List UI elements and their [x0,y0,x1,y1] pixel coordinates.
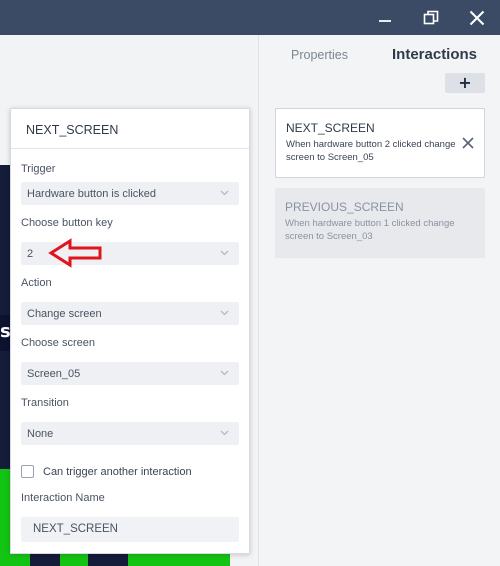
interaction-card-next-screen[interactable]: NEXT_SCREEN When hardware button 2 click… [275,108,485,178]
window-close-button[interactable] [457,0,497,35]
restore-button[interactable] [411,0,451,35]
title-bar [0,0,500,35]
properties-panel: Properties Interactions + NEXT_SCREEN Wh… [259,35,500,566]
action-select[interactable]: Change screen [21,302,239,325]
can-trigger-another-label: Can trigger another interaction [43,465,192,478]
minimize-icon [379,19,391,22]
chevron-down-icon [220,310,229,316]
tab-properties[interactable]: Properties [291,48,348,62]
button-key-value: 2 [27,248,34,260]
interaction-description: When hardware button 2 clicked change sc… [286,139,456,163]
interaction-name-input[interactable]: NEXT_SCREEN [21,517,239,542]
transition-value: None [27,428,54,440]
chevron-down-icon [220,250,229,256]
add-interaction-button[interactable]: + [445,73,485,93]
screen-label: Choose screen [21,337,95,349]
popup-title: NEXT_SCREEN [11,109,249,149]
minimize-button[interactable] [365,0,405,35]
interaction-name-label: Interaction Name [21,492,105,504]
interaction-editor-popup: NEXT_SCREEN Trigger Hardware button is c… [10,108,250,554]
chevron-down-icon [220,370,229,376]
transition-select[interactable]: None [21,422,239,445]
chevron-down-icon [220,430,229,436]
annotation-arrow-icon [48,238,102,268]
screen-value: Screen_05 [27,368,81,380]
trigger-value: Hardware button is clicked [27,188,157,200]
chevron-down-icon [220,190,229,196]
tab-interactions[interactable]: Interactions [392,46,477,63]
interaction-card-previous-screen[interactable]: PREVIOUS_SCREEN When hardware button 1 c… [275,188,485,258]
screen-select[interactable]: Screen_05 [21,362,239,385]
action-label: Action [21,277,52,289]
close-icon [469,10,485,25]
trigger-label: Trigger [21,163,56,175]
action-value: Change screen [27,308,102,320]
interaction-description: When hardware button 1 clicked change sc… [285,218,455,242]
can-trigger-another-row[interactable]: Can trigger another interaction [21,465,192,478]
interaction-name: NEXT_SCREEN [286,121,375,135]
can-trigger-another-checkbox[interactable] [21,465,34,478]
interaction-name: PREVIOUS_SCREEN [285,200,404,214]
restore-icon [423,10,439,24]
trigger-select[interactable]: Hardware button is clicked [21,182,239,205]
delete-interaction-icon[interactable] [462,137,474,149]
transition-label: Transition [21,397,69,409]
button-key-label: Choose button key [21,217,113,229]
